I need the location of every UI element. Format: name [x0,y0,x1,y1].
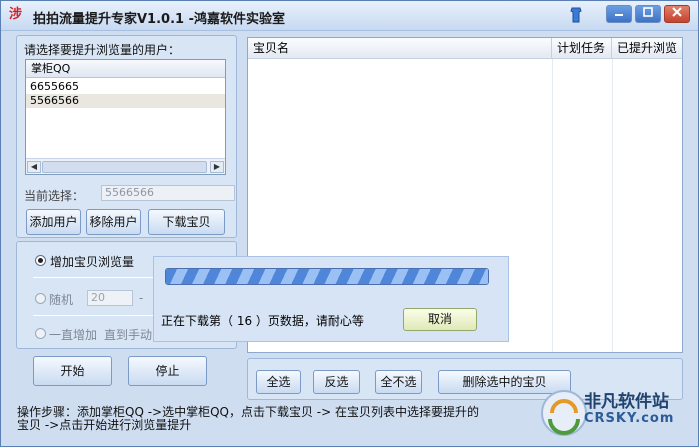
download-progress-fill [166,269,488,284]
random-label[interactable]: 随机 [49,291,73,308]
download-progress-bar [165,268,489,285]
scroll-thumb[interactable] [42,161,207,173]
select-all-button[interactable]: 全选 [256,370,301,394]
keep-increasing-radio[interactable] [35,328,46,339]
random-radio[interactable] [35,293,46,304]
select-none-button[interactable]: 全不选 [375,370,422,394]
instructions-line: 宝贝 ->点击开始进行浏览量提升 [17,418,192,432]
app-window: 涉 拍拍流量提升专家V1.0.1 -鸿嘉软件实验室 请选择要提升浏览量的用户： … [0,0,699,447]
user-list-item-selected[interactable]: 5566566 [26,94,225,108]
column-divider [552,59,553,352]
current-selection-field: 5566566 [101,185,235,201]
app-logo-icon: 涉 [9,7,23,22]
skin-icon[interactable] [569,7,583,23]
column-item-name[interactable]: 宝贝名 [248,38,552,59]
watermark-site-name: 非凡软件站 [584,392,669,412]
add-user-button[interactable]: 添加用户 [26,209,81,235]
close-button[interactable] [664,5,690,23]
user-list[interactable]: 掌柜QQ 6655665 5566566 ◀ ▶ [25,59,226,175]
current-selection-label: 当前选择： [24,189,85,203]
maximize-button[interactable] [635,5,661,23]
scroll-left-icon[interactable]: ◀ [27,161,41,173]
increase-views-radio[interactable] [35,255,46,266]
column-planned-task[interactable]: 计划任务 [552,38,612,59]
minimize-button[interactable] [606,5,632,23]
items-table-header: 宝贝名 计划任务 已提升浏览 [248,38,682,59]
increase-views-label[interactable]: 增加宝贝浏览量 [50,253,134,270]
cancel-button[interactable]: 取消 [403,308,477,331]
column-divider [612,59,613,352]
user-list-prompt: 请选择要提升浏览量的用户： [24,43,181,57]
watermark-domain: CRSKY.com [584,411,675,426]
title-bar[interactable]: 涉 拍拍流量提升专家V1.0.1 -鸿嘉软件实验室 [1,1,698,31]
divider [33,277,153,278]
download-progress-dialog: 正在下载第（ 16 ）页数据，请耐心等 取消 [153,256,509,342]
window-title: 拍拍流量提升专家V1.0.1 -鸿嘉软件实验室 [33,12,285,27]
download-items-button[interactable]: 下载宝贝 [148,209,225,235]
invert-selection-button[interactable]: 反选 [313,370,360,394]
keep-increasing-suffix: 直到手动 [104,328,153,342]
divider [33,315,153,316]
user-list-header[interactable]: 掌柜QQ [26,60,225,78]
horizontal-scrollbar[interactable]: ◀ ▶ [26,158,225,174]
remove-user-button[interactable]: 移除用户 [86,209,141,235]
instructions-text: 操作步骤：添加掌柜QQ ->选中掌柜QQ，点击下载宝贝 -> 在宝贝列表中选择要… [17,406,479,432]
user-list-item[interactable]: 6655665 [26,80,225,94]
keep-increasing-label[interactable]: 一直增加 [49,326,97,343]
stop-button[interactable]: 停止 [128,356,207,386]
start-button[interactable]: 开始 [33,356,112,386]
column-views-boosted[interactable]: 已提升浏览 [612,38,682,59]
download-progress-message: 正在下载第（ 16 ）页数据，请耐心等 [161,314,364,328]
random-min-input[interactable]: 20 [87,290,133,306]
scroll-right-icon[interactable]: ▶ [210,161,224,173]
random-range-dash: - [139,291,144,305]
